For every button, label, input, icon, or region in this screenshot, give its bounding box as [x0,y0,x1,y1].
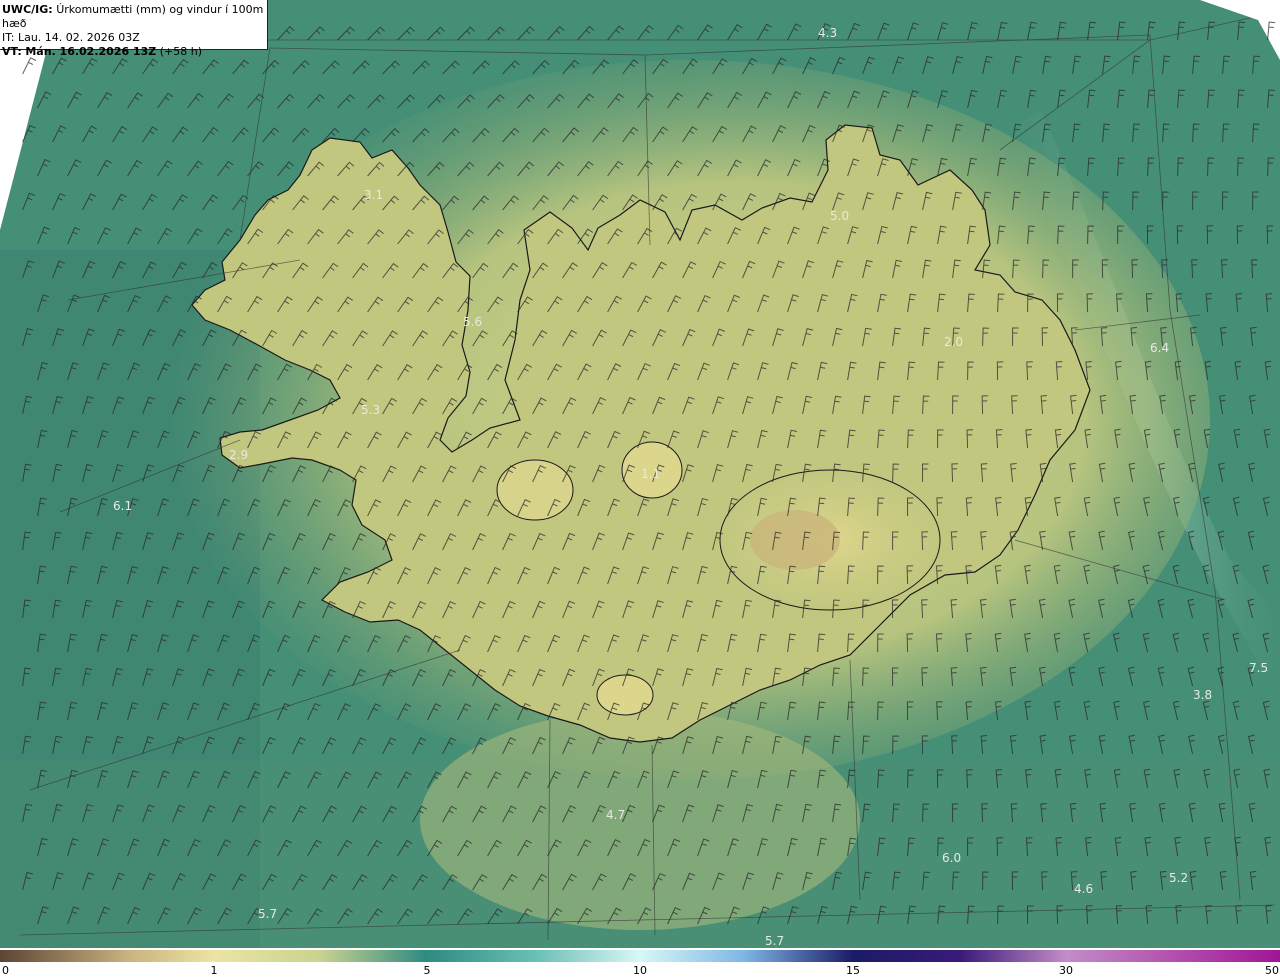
station-value: 3.1 [364,188,383,202]
station-value: 5.6 [463,315,482,329]
station-value: 1.1 [641,467,660,481]
legend-tick: 50 [1265,964,1279,977]
valid-label: VT: [2,45,22,58]
forecast-map: 4.3 5.0 3.1 5.6 2.0 6.4 5.3 2.9 6.1 1.1 … [0,0,1280,948]
station-value: 4.3 [818,26,837,40]
vatnajokull-core [750,510,840,570]
legend-tick: 15 [846,964,860,977]
station-value: 6.0 [942,851,961,865]
model-label: UWC/IG: [2,3,53,16]
valid-time: Mán. 16.02.2026 13Z [25,45,157,58]
map-canvas: 4.3 5.0 3.1 5.6 2.0 6.4 5.3 2.9 6.1 1.1 … [0,0,1280,948]
legend-colorbar [0,950,1280,962]
init-time: IT: Lau. 14. 02. 2026 03Z [2,31,140,44]
station-value: 5.7 [258,907,277,921]
station-value: 3.8 [1193,688,1212,702]
wind-barb [1267,21,1276,41]
legend-tick: 30 [1059,964,1073,977]
station-value: 6.1 [113,499,132,513]
station-value: 6.4 [1150,341,1169,355]
station-value: 4.7 [606,808,625,822]
station-value: 4.6 [1074,882,1093,896]
wind-barb [22,57,37,75]
lead-time: (+58 h) [159,45,203,58]
station-value: 5.7 [765,934,784,948]
legend-tick: 1 [210,964,218,977]
legend-tick: 0 [2,964,9,977]
langjokull-glacier [496,459,574,521]
title-line: UWC/IG: Úrkomumætti (mm) og vindur í 100… [2,3,267,31]
south-glow [420,710,860,930]
station-value: 5.0 [830,209,849,223]
station-value: 7.5 [1249,661,1268,675]
station-value: 5.2 [1169,871,1188,885]
forecast-info-box: UWC/IG: Úrkomumætti (mm) og vindur í 100… [0,0,268,58]
legend-tick: 5 [423,964,431,977]
station-value: 5.3 [361,403,380,417]
color-legend: 0 1 5 10 15 30 50 [0,948,1280,978]
valid-line: VT: Mán. 16.02.2026 13Z (+58 h) [2,45,267,59]
station-value: 2.9 [229,448,248,462]
station-value: 2.0 [944,335,963,349]
legend-tick: 10 [633,964,647,977]
